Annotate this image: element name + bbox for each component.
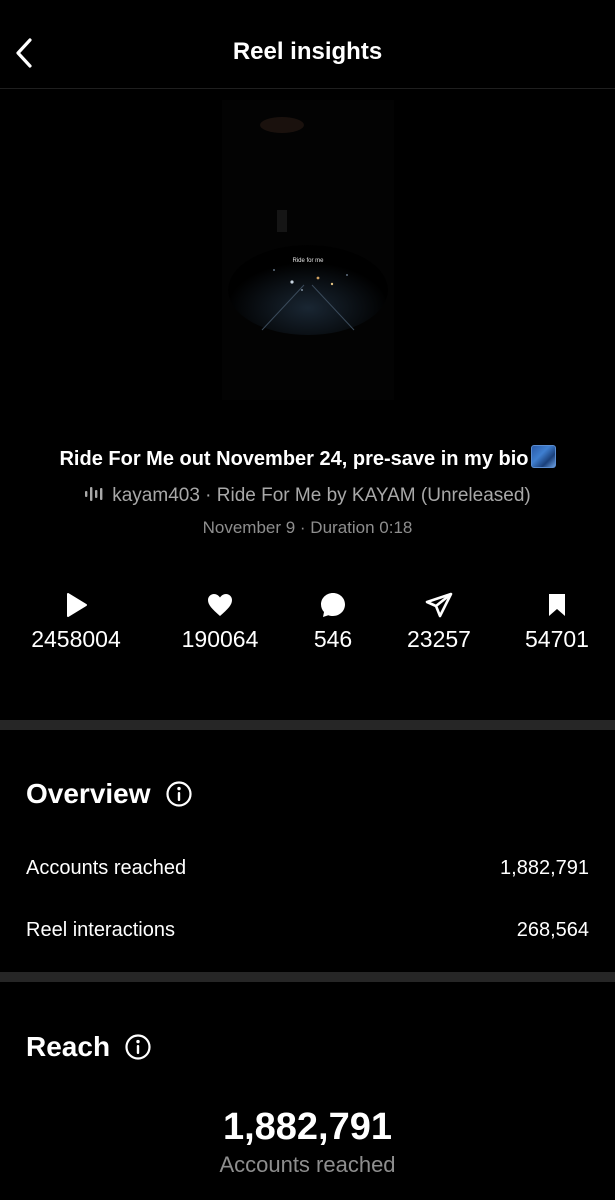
plays-stat: 2458004 [16,588,136,653]
reach-title-text: Reach [26,1031,111,1062]
stats-row: 2458004 190064 546 23257 54701 [0,588,615,668]
reach-label: Accounts reached [219,1152,396,1177]
likes-stat: 190064 [160,588,280,653]
heart-icon [208,594,232,616]
send-icon [425,592,453,618]
caption-text: Ride For Me out November 24, pre-save in… [59,448,529,470]
saves-stat: 54701 [497,588,615,653]
post-caption: Ride For Me out November 24, pre-save in… [0,445,615,471]
shares-count: 23257 [407,626,471,652]
bookmark-icon [549,594,565,616]
comment-icon [321,593,345,617]
thumbnail-overlay-text: Ride for me [292,258,324,264]
top-bar: Reel insights [0,0,615,89]
overview-title-text: Overview [26,778,151,809]
section-divider [0,720,615,730]
comments-stat: 546 [273,588,393,653]
row-value: 268,564 [516,918,589,941]
reach-section-title: Reach [26,1031,152,1063]
row-value: 1,882,791 [500,856,589,879]
audio-attribution[interactable]: kayam403 · Ride For Me by KAYAM (Unrelea… [0,485,615,507]
section-divider [0,972,615,982]
post-meta: November 9 · Duration 0:18 [202,518,413,537]
reach-total: 1,882,791 [222,1106,393,1148]
audio-text: kayam403 · Ride For Me by KAYAM (Unrelea… [112,485,531,506]
night-city-emoji-icon [530,445,556,468]
row-label: Reel interactions [26,918,175,941]
shares-stat: 23257 [379,588,499,653]
audio-waveform-icon [85,487,103,501]
overview-section-title: Overview [26,778,193,810]
reel-interactions-row[interactable]: Reel interactions 268,564 [26,915,589,945]
page-title: Reel insights [232,38,383,65]
plays-count: 2458004 [31,626,121,652]
comments-count: 546 [313,626,353,652]
info-icon[interactable] [165,780,193,808]
saves-count: 54701 [525,626,589,652]
play-icon [67,593,87,617]
info-icon[interactable] [124,1033,152,1061]
reel-thumbnail[interactable]: Ride for me [222,100,394,400]
likes-count: 190064 [181,626,259,652]
accounts-reached-row[interactable]: Accounts reached 1,882,791 [26,853,589,883]
row-label: Accounts reached [26,856,187,879]
